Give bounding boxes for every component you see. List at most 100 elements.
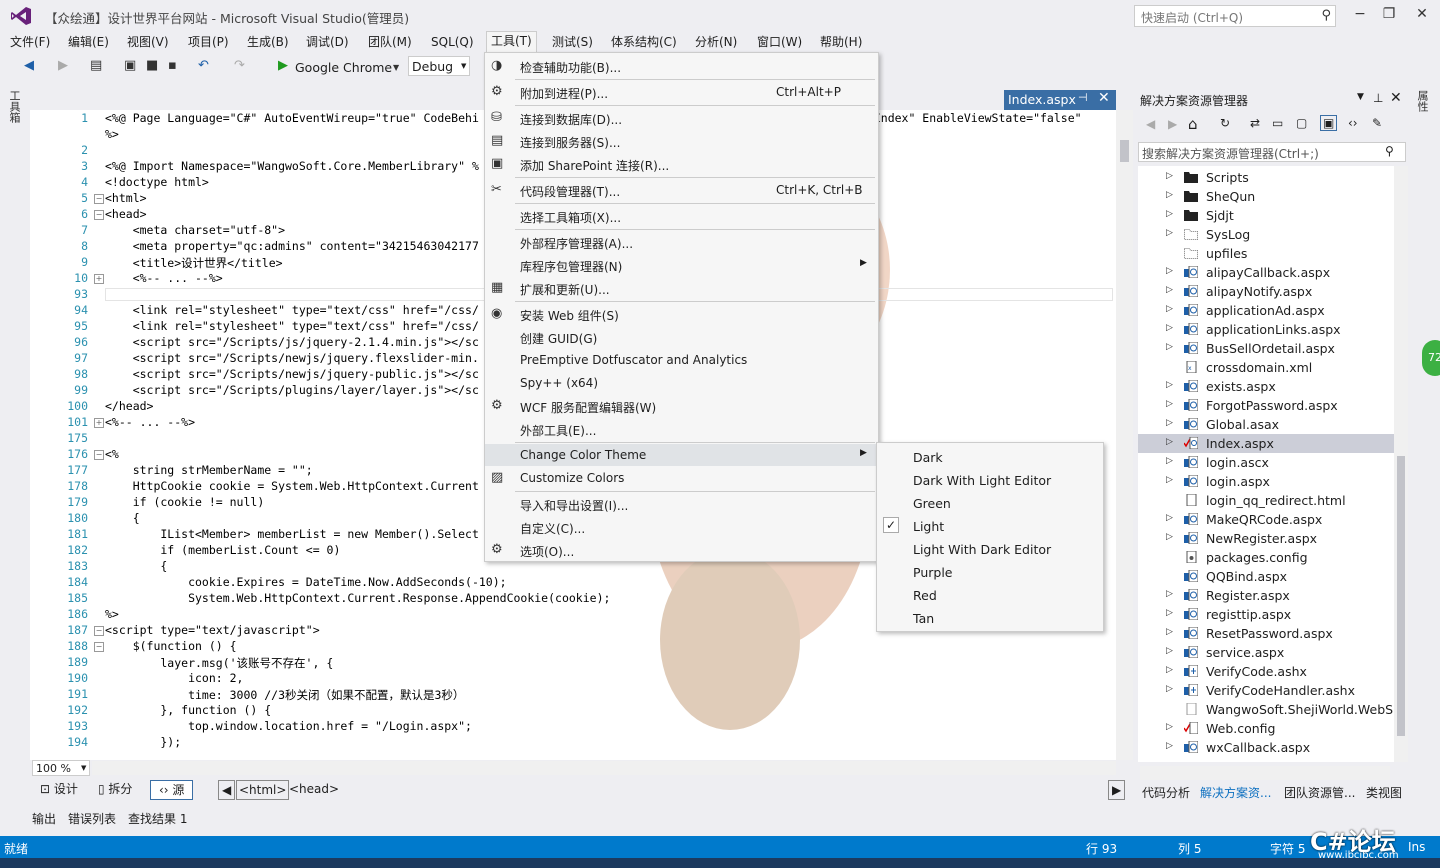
chevron-down-icon[interactable]: ▼ [393, 63, 399, 72]
menu-edit[interactable]: 编辑(E) [64, 32, 113, 52]
tree-item[interactable]: upfiles [1138, 244, 1394, 263]
tools-menu-item[interactable]: ▦ 扩展和更新(U)... [485, 277, 878, 299]
expand-arrow-icon[interactable]: ▷ [1166, 627, 1173, 637]
properties-icon[interactable]: ✎ [1372, 116, 1382, 130]
tree-item[interactable]: ▷ VerifyCode.ashx [1138, 662, 1394, 681]
quick-launch-input[interactable]: 快速启动 (Ctrl+Q) ⚲ [1134, 5, 1336, 27]
tools-menu-item[interactable]: ▨ Customize Colors [485, 467, 878, 489]
collapse-icon[interactable]: − [94, 642, 104, 652]
tree-item[interactable]: QQBind.aspx [1138, 567, 1394, 586]
tools-menu-item[interactable]: ◉ 安装 Web 组件(S) [485, 303, 878, 325]
crumb-back-icon[interactable]: ◀ [218, 780, 236, 800]
theme-option[interactable]: Dark [877, 446, 1103, 468]
tools-menu-item[interactable]: ◑ 检查辅助功能(B)... [485, 55, 878, 77]
menu-test[interactable]: 测试(S) [548, 32, 597, 52]
tools-menu-item[interactable]: Spy++ (x64) [485, 372, 878, 394]
expand-arrow-icon[interactable]: ▷ [1166, 475, 1173, 485]
tools-menu-item[interactable]: ✂ 代码段管理器(T)... Ctrl+K, Ctrl+B [485, 179, 878, 201]
tree-item[interactable]: ▷ service.aspx [1138, 643, 1394, 662]
expand-arrow-icon[interactable]: ▷ [1166, 665, 1173, 675]
tree-item[interactable]: ▷ SheQun [1138, 187, 1394, 206]
tree-item[interactable]: ▷ Scripts [1138, 168, 1394, 187]
expand-arrow-icon[interactable]: ▷ [1166, 190, 1173, 200]
source-view-button[interactable]: ‹› 源 [150, 780, 194, 800]
menu-sql[interactable]: SQL(Q) [427, 32, 478, 52]
sync-icon[interactable]: ↻ [1220, 116, 1230, 130]
menu-analyze[interactable]: 分析(N) [691, 32, 741, 52]
menu-architecture[interactable]: 体系结构(C) [607, 32, 681, 52]
expand-arrow-icon[interactable]: ▷ [1166, 589, 1173, 599]
design-view-button[interactable]: ⊡ 设计 [40, 780, 78, 798]
forward-icon[interactable]: ▶ [58, 58, 68, 73]
split-view-button[interactable]: ▯ 拆分 [98, 780, 132, 798]
expand-arrow-icon[interactable]: ▷ [1166, 304, 1173, 314]
tree-item[interactable]: ▷ alipayNotify.aspx [1138, 282, 1394, 301]
tree-item[interactable]: ▷ alipayCallback.aspx [1138, 263, 1394, 282]
expand-arrow-icon[interactable]: ▷ [1166, 513, 1173, 523]
tools-menu-item[interactable]: 导入和导出设置(I)... [485, 493, 878, 515]
undo-icon[interactable]: ↶ [198, 58, 209, 73]
expand-arrow-icon[interactable]: ▷ [1166, 323, 1173, 333]
close-tab-icon[interactable]: ✕ [1098, 90, 1110, 106]
expand-arrow-icon[interactable]: ▷ [1166, 646, 1173, 656]
tools-menu-item[interactable]: 创建 GUID(G) [485, 326, 878, 348]
tools-menu-item[interactable]: ⚙ 附加到进程(P)... Ctrl+Alt+P [485, 81, 878, 103]
expand-arrow-icon[interactable]: ▷ [1166, 380, 1173, 390]
tree-item[interactable]: ▷ BusSellOrdetail.aspx [1138, 339, 1394, 358]
menu-project[interactable]: 项目(P) [184, 32, 233, 52]
tab-team-explorer[interactable]: 团队资源管... [1284, 784, 1355, 801]
tab-code-analysis[interactable]: 代码分析 [1142, 784, 1190, 801]
toolbox-tab[interactable]: 工具箱 [8, 90, 22, 123]
new-project-icon[interactable]: ▤ [90, 58, 102, 73]
theme-option[interactable]: Green [877, 492, 1103, 514]
menu-help[interactable]: 帮助(H) [816, 32, 866, 52]
tree-item[interactable]: ▷ login.ascx [1138, 453, 1394, 472]
solution-vertical-scrollbar[interactable] [1394, 166, 1408, 762]
editor-horizontal-scrollbar[interactable] [92, 761, 1116, 775]
menu-team[interactable]: 团队(M) [364, 32, 416, 52]
show-all-files-icon[interactable]: ▢ [1296, 116, 1307, 130]
scrollbar-thumb[interactable] [1120, 140, 1129, 162]
tree-item[interactable]: ▷ login.aspx [1138, 472, 1394, 491]
restore-button[interactable]: ❐ [1375, 4, 1403, 24]
tree-item[interactable]: ▷ applicationLinks.aspx [1138, 320, 1394, 339]
tools-menu-item[interactable]: 选择工具箱项(X)... [485, 205, 878, 227]
tree-item[interactable]: ▷ Index.aspx [1138, 434, 1394, 453]
expand-arrow-icon[interactable]: ▷ [1166, 608, 1173, 618]
close-window-button[interactable]: ✕ [1408, 4, 1436, 24]
theme-option[interactable]: Purple [877, 561, 1103, 583]
collapse-all-icon[interactable]: ▭ [1272, 116, 1283, 130]
home-icon[interactable]: ⌂ [1188, 115, 1198, 133]
theme-option[interactable]: Red [877, 584, 1103, 606]
configuration-select[interactable]: Debug ▼ [408, 56, 470, 76]
pin-icon[interactable]: ⊥ [1373, 91, 1383, 105]
collapse-icon[interactable]: − [94, 450, 104, 460]
tab-output[interactable]: 输出 [32, 810, 56, 827]
tree-item[interactable]: ▷ Global.asax [1138, 415, 1394, 434]
browser-select[interactable]: Google Chrome [295, 60, 392, 75]
start-debug-icon[interactable]: ▶ [278, 58, 288, 73]
tree-item[interactable]: ▷ Register.aspx [1138, 586, 1394, 605]
tree-item[interactable]: packages.config [1138, 548, 1394, 567]
tree-item[interactable]: ▷ wxCallback.aspx [1138, 738, 1394, 757]
preview-icon[interactable]: ▣ [1320, 115, 1338, 131]
tree-item[interactable]: ▷ MakeQRCode.aspx [1138, 510, 1394, 529]
menu-file[interactable]: 文件(F) [6, 32, 54, 52]
tools-menu-item[interactable]: Change Color Theme ▶ [485, 444, 878, 466]
tree-item[interactable]: ▷ Web.config [1138, 719, 1394, 738]
menu-window[interactable]: 窗口(W) [753, 32, 806, 52]
zoom-select[interactable]: 100 % ▼ [32, 760, 90, 776]
theme-option[interactable]: Dark With Light Editor [877, 469, 1103, 491]
tools-menu-item[interactable]: 外部工具(E)... [485, 418, 878, 440]
collapse-icon[interactable]: − [94, 210, 104, 220]
pin-icon[interactable]: ⊣ [1078, 91, 1088, 104]
tools-menu-item[interactable]: 外部程序管理器(A)... [485, 231, 878, 253]
expand-arrow-icon[interactable]: ▷ [1166, 418, 1173, 428]
properties-tab[interactable]: 属性 [1414, 90, 1430, 112]
forward-icon[interactable]: ▶ [1168, 117, 1177, 131]
code-icon[interactable]: ‹› [1348, 116, 1358, 130]
collapse-icon[interactable]: − [94, 626, 104, 636]
expand-icon[interactable]: + [94, 418, 104, 428]
tab-find-results[interactable]: 查找结果 1 [128, 810, 187, 827]
tab-solution-explorer[interactable]: 解决方案资... [1200, 784, 1271, 801]
